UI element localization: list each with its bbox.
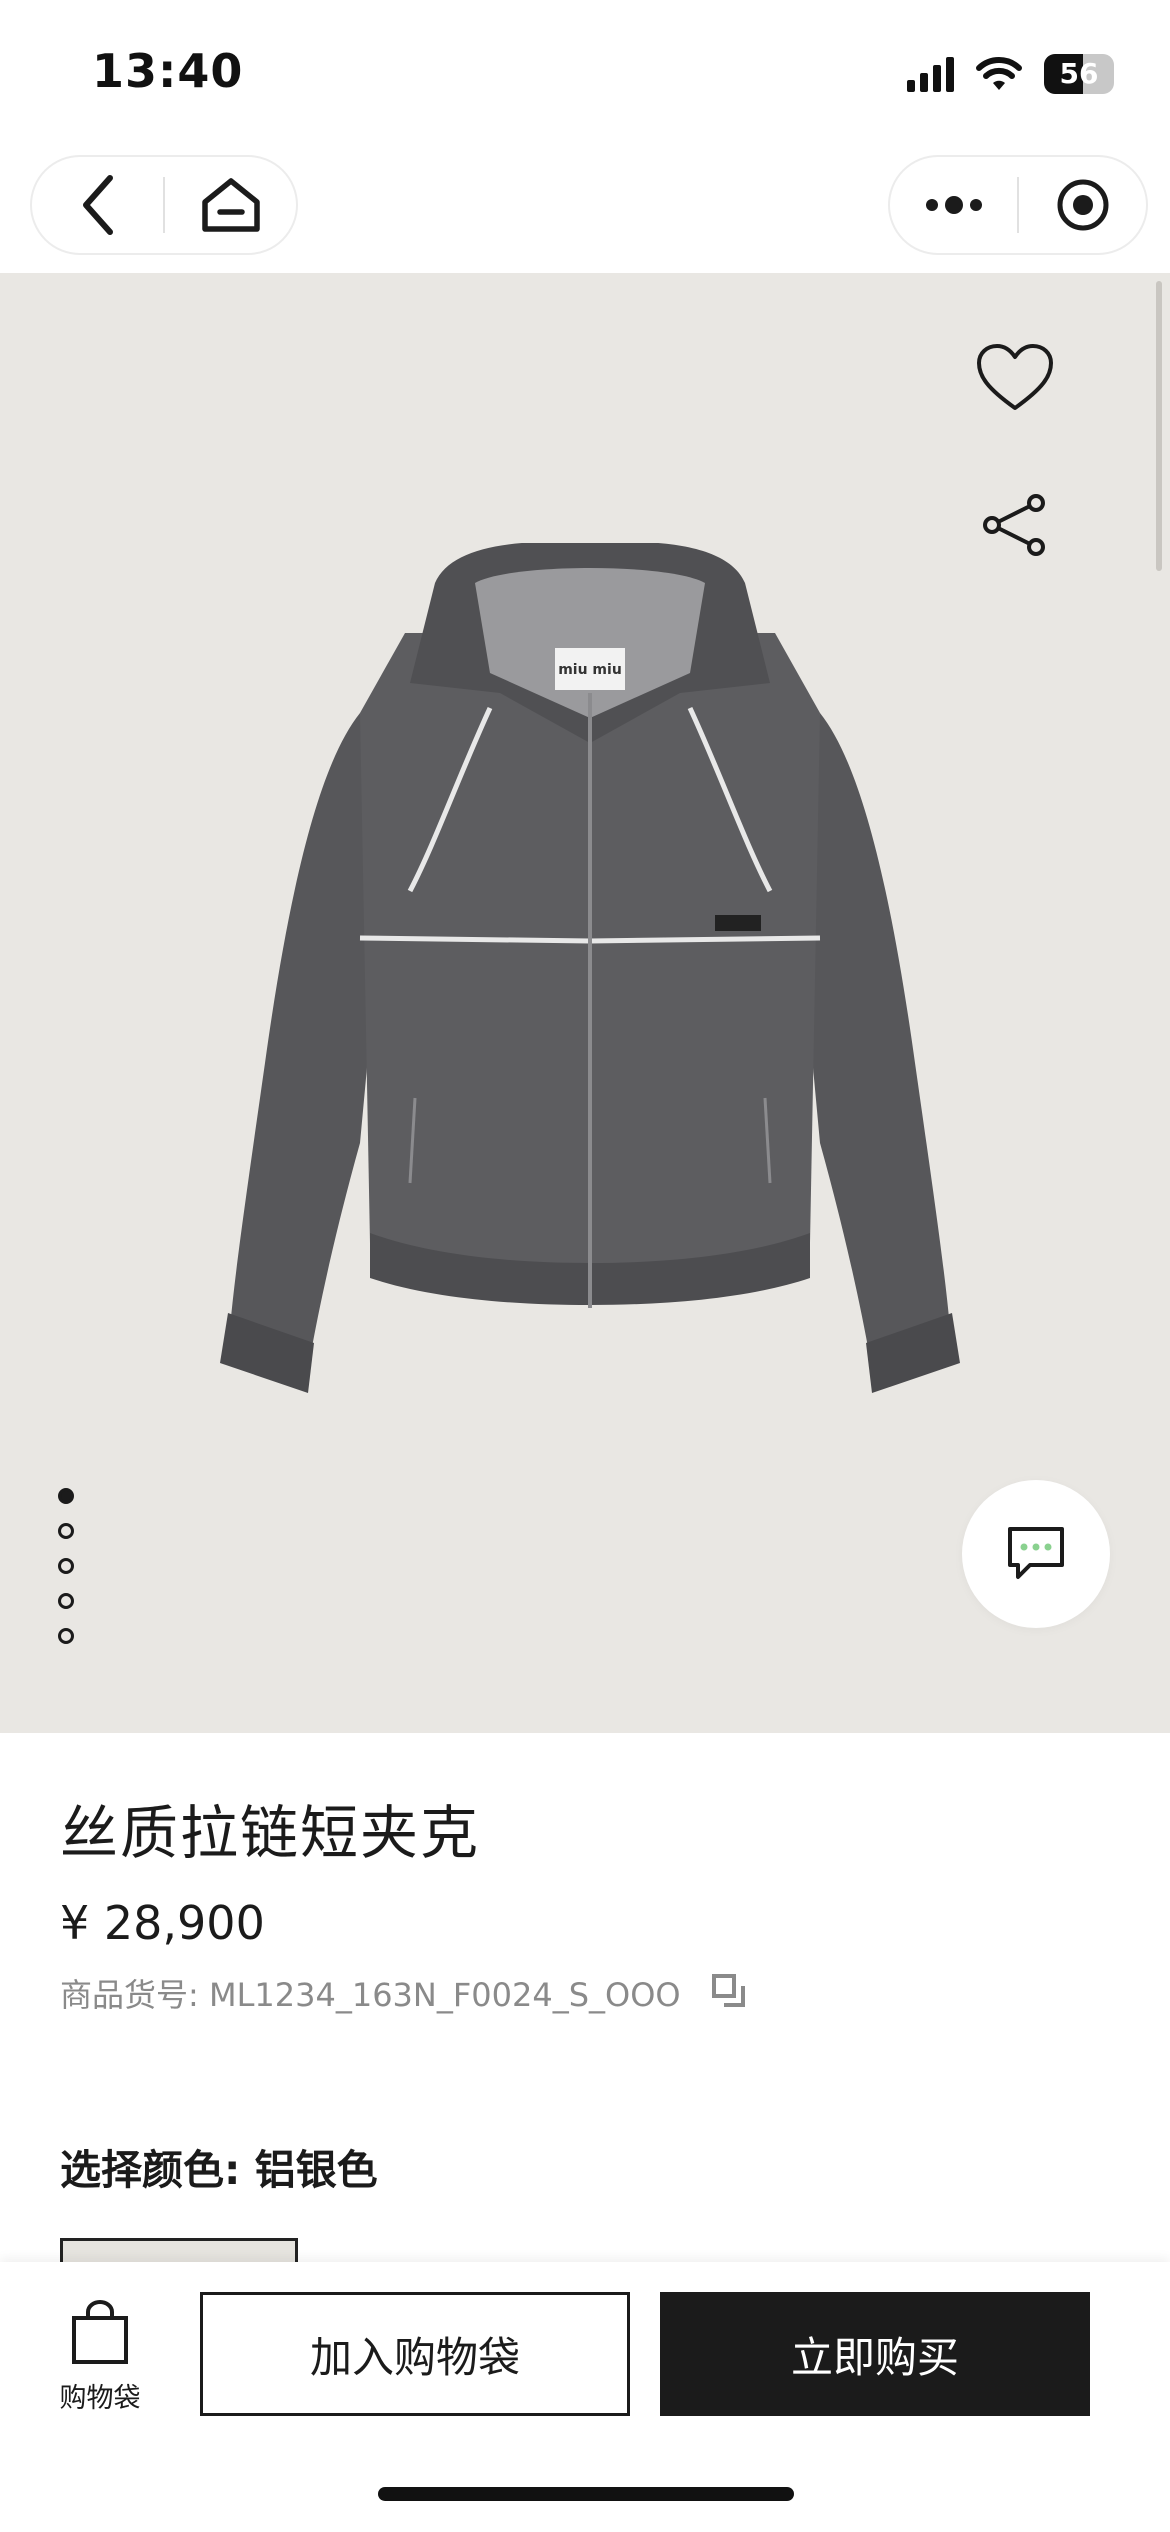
status-icons: 56 [907, 52, 1114, 96]
back-arrow-icon [82, 175, 113, 235]
favorite-button[interactable] [970, 333, 1060, 423]
scrollbar[interactable] [1156, 281, 1162, 571]
product-title: 丝质拉链短夹克 [60, 1799, 481, 1867]
buy-now-button[interactable]: 立即购买 [660, 2292, 1090, 2416]
home-indicator [378, 2487, 794, 2501]
home-button[interactable] [165, 157, 296, 253]
back-button[interactable] [32, 157, 163, 253]
status-bar: 13:40 56 [0, 0, 1170, 150]
close-target-icon [1057, 179, 1108, 231]
product-sku: 商品货号: ML1234_163N_F0024_S_OOO [60, 1976, 681, 2014]
product-price: ¥ 28,900 [60, 1896, 265, 1950]
share-button[interactable] [975, 485, 1055, 565]
home-icon [201, 178, 260, 232]
cart-label: 购物袋 [59, 2383, 141, 2414]
status-time: 13:40 [92, 44, 244, 98]
nav-capsule-right [888, 155, 1148, 255]
carousel-dot[interactable] [58, 1558, 74, 1574]
add-to-cart-button[interactable]: 加入购物袋 [200, 2292, 630, 2416]
jacket-label: miu miu [558, 662, 622, 678]
carousel-dot[interactable] [58, 1593, 74, 1609]
customer-service-button[interactable] [962, 1480, 1110, 1628]
wifi-icon [976, 57, 1022, 90]
copy-icon [711, 1974, 745, 2007]
nav-capsule-left [30, 155, 298, 255]
product-image: miu miu [220, 543, 960, 1393]
carousel-indicator [58, 1488, 74, 1644]
color-selection-label: 选择颜色: 铝银色 [60, 2146, 378, 2194]
product-sku-row: 商品货号: ML1234_163N_F0024_S_OOO [60, 1970, 751, 2016]
battery-icon: 56 [1044, 54, 1114, 94]
more-button[interactable] [890, 157, 1017, 253]
product-image-carousel[interactable]: miu miu [0, 273, 1170, 1733]
carousel-dot[interactable] [58, 1488, 74, 1504]
heart-icon [977, 344, 1053, 410]
cart-tab[interactable]: 购物袋 [50, 2300, 150, 2415]
carousel-dot[interactable] [58, 1628, 74, 1644]
close-miniprogram-button[interactable] [1019, 157, 1146, 253]
share-icon [983, 494, 1045, 556]
shopping-bag-icon [72, 2300, 128, 2364]
more-dots-icon [925, 196, 982, 214]
copy-button[interactable] [711, 1973, 751, 2013]
cellular-signal-icon [907, 56, 954, 92]
battery-level: 56 [1059, 57, 1099, 90]
chat-bubble-icon [1008, 1527, 1064, 1579]
carousel-dot[interactable] [58, 1523, 74, 1539]
